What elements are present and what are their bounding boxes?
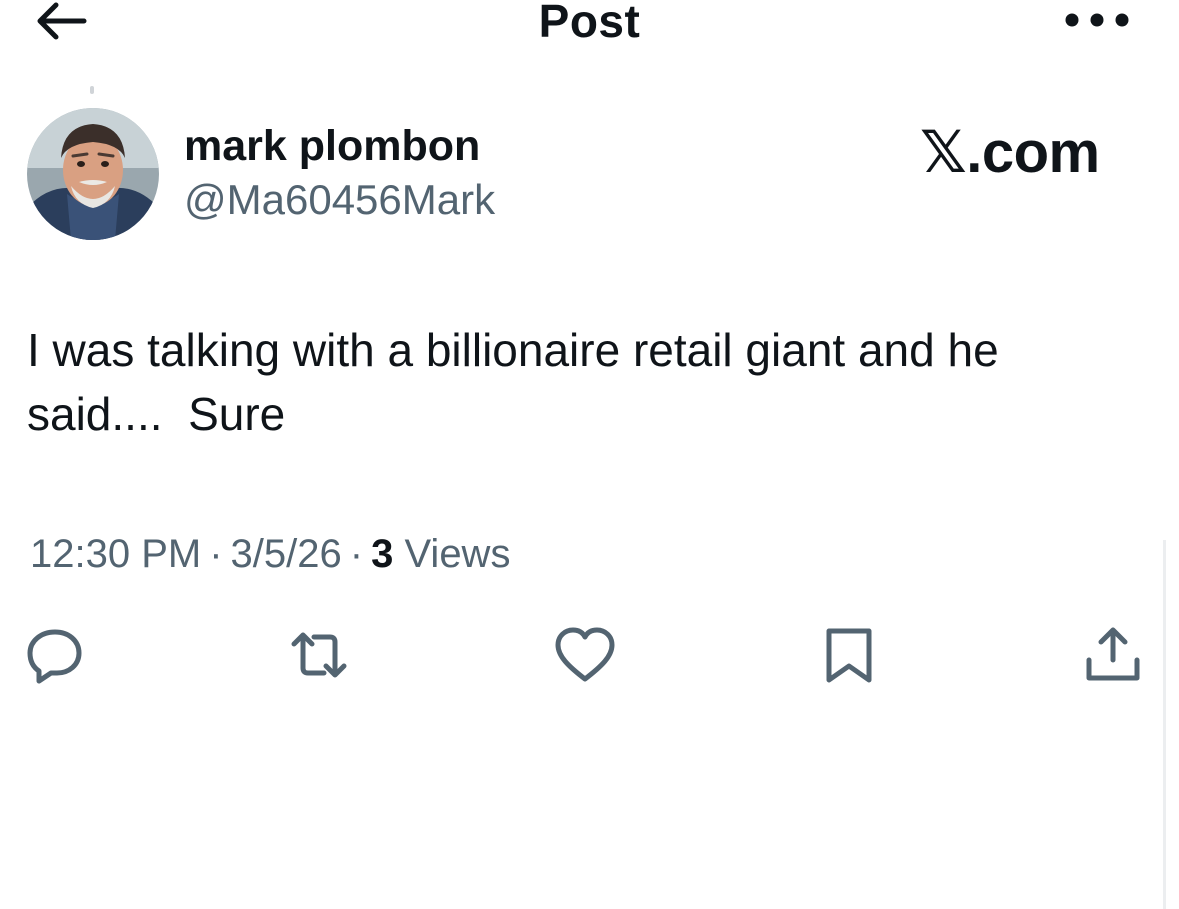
meta-separator: ·	[349, 532, 364, 576]
scroll-indicator	[90, 86, 94, 94]
post-meta: 12:30 PM · 3/5/26 · 3 Views	[30, 532, 510, 577]
page-title: Post	[538, 0, 641, 47]
post-date[interactable]: 3/5/26	[231, 532, 342, 576]
reply-button[interactable]	[22, 622, 88, 688]
action-bar	[0, 622, 1179, 692]
views-count[interactable]: 3	[371, 532, 393, 576]
scrollbar-track	[1163, 540, 1166, 909]
x-com-watermark: 𝕏.com	[920, 120, 1100, 185]
bookmark-button[interactable]	[816, 622, 882, 688]
share-button[interactable]	[1080, 622, 1146, 688]
heart-icon	[555, 627, 615, 682]
more-options-button[interactable]	[1062, 8, 1132, 32]
author-display-name[interactable]: mark plombon	[184, 122, 480, 171]
post-time[interactable]: 12:30 PM	[30, 532, 201, 576]
like-button[interactable]	[552, 622, 618, 688]
avatar[interactable]	[27, 108, 159, 240]
post-text: I was talking with a billionaire retail …	[27, 324, 1012, 440]
repost-icon	[291, 632, 347, 678]
views-label[interactable]: Views	[404, 532, 510, 576]
share-icon	[1086, 627, 1140, 681]
meta-separator: ·	[209, 532, 223, 576]
reply-icon	[27, 629, 82, 684]
top-bar: Post	[0, 0, 1179, 60]
repost-button[interactable]	[286, 622, 352, 688]
more-horizontal-icon	[1065, 13, 1129, 27]
author-handle[interactable]: @Ma60456Mark	[184, 176, 495, 224]
avatar-image	[27, 108, 159, 240]
bookmark-icon	[826, 628, 872, 683]
